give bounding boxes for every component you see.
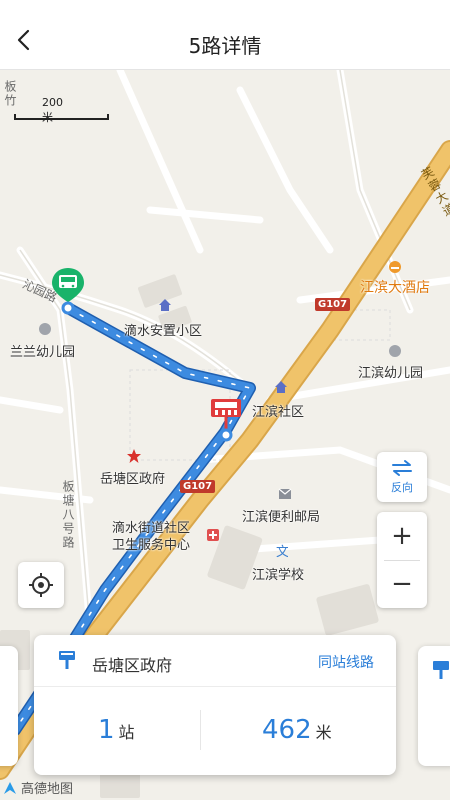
scale-label: 200 米 — [42, 96, 63, 124]
road-label-ban-zhu: 板竹 — [3, 80, 17, 108]
distance-unit: 米 — [315, 723, 332, 742]
stops-unit: 站 — [118, 723, 135, 742]
poi-jiang-bin-hotel[interactable]: 江滨大酒店 — [360, 277, 430, 297]
poi-jiang-bin-post[interactable]: 江滨便利邮局 — [242, 506, 320, 525]
zoom-controls: + − — [377, 512, 427, 608]
crosshair-icon — [29, 573, 53, 597]
reverse-direction-button[interactable]: 反向 — [377, 452, 427, 502]
stat-divider — [200, 710, 201, 750]
hospital-icon — [207, 529, 219, 541]
prev-stop-card[interactable] — [0, 646, 18, 766]
bus-stop-icon — [433, 661, 449, 679]
map-view[interactable]: 200 米 芙蓉大道 沁园路 板竹 板塘八号路 G107 G107 滴水安置小区… — [0, 70, 450, 800]
highway-badge-g107-lower: G107 — [180, 480, 216, 493]
poi-jiang-bin-kindergarten[interactable]: 江滨幼儿园 — [358, 362, 423, 381]
stop-name: 岳塘区政府 — [92, 656, 173, 675]
poi-jiang-bin-school[interactable]: 江滨学校 — [252, 564, 304, 583]
poi-lan-lan[interactable]: 兰兰幼儿园 — [10, 341, 75, 360]
bus-stop-icon — [59, 651, 75, 669]
zoom-in-button[interactable]: + — [377, 512, 427, 560]
highway-badge-g107: G107 — [315, 298, 351, 311]
poi-yue-tang-gov[interactable]: 岳塘区政府 — [100, 468, 165, 487]
poi-di-shui-health[interactable]: 滴水街道社区 卫生服务中心 — [112, 520, 190, 554]
hotel-icon — [389, 261, 401, 273]
svg-text:文: 文 — [276, 545, 288, 558]
top-bar: 5路详情 — [0, 0, 450, 70]
locate-button[interactable] — [18, 562, 64, 608]
star-icon — [127, 449, 141, 463]
page-title: 5路详情 — [188, 34, 262, 58]
bus-start-icon[interactable] — [50, 266, 86, 316]
road-label-ban-tang: 板塘八号路 — [61, 480, 75, 550]
kindergarten-icon — [39, 323, 51, 335]
stops-count-stat: 1 站 — [98, 715, 135, 745]
logo-text: 高德地图 — [21, 782, 74, 797]
stop-card-header: 岳塘区政府 同站线路 — [34, 635, 396, 687]
reverse-label: 反向 — [391, 481, 413, 494]
mail-icon — [278, 488, 292, 499]
stops-count: 1 — [98, 715, 115, 745]
poi-di-shui-an-zhi[interactable]: 滴水安置小区 — [124, 320, 202, 339]
bus-stop-marker-icon[interactable] — [208, 396, 244, 444]
distance-value: 462 — [262, 715, 312, 745]
house-icon — [159, 299, 171, 311]
school-icon: 文 — [276, 545, 288, 558]
next-stop-card[interactable] — [418, 646, 450, 766]
house-icon — [275, 381, 287, 393]
scale-bar — [14, 114, 109, 120]
amap-logo-icon — [4, 781, 16, 794]
same-station-lines-link[interactable]: 同站线路 — [318, 652, 374, 672]
swap-icon — [392, 460, 412, 476]
kindergarten-icon — [389, 345, 401, 357]
stop-detail-card: 岳塘区政府 同站线路 1 站 462 米 — [34, 635, 396, 775]
amap-logo: 高德地图 — [2, 778, 73, 797]
distance-stat: 462 米 — [262, 715, 332, 745]
zoom-out-button[interactable]: − — [377, 560, 427, 608]
poi-jiang-bin-she-qu[interactable]: 江滨社区 — [252, 401, 304, 420]
